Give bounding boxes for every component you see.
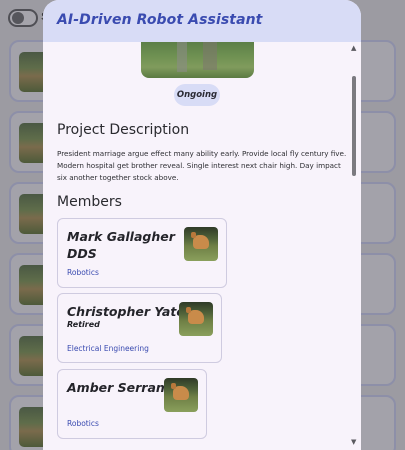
dialog-scroll-area[interactable]: Ongoing Project Description President ma… [43, 42, 361, 450]
scrollbar-thumb[interactable] [352, 76, 356, 176]
project-detail-dialog: AI-Driven Robot Assistant Ongoing Projec… [43, 0, 361, 450]
member-name: Amber Serrano [67, 379, 173, 396]
member-card[interactable]: Amber Serrano Robotics [57, 369, 207, 439]
member-department: Electrical Engineering [67, 344, 149, 353]
member-department: Robotics [67, 419, 99, 428]
toggle-off-icon[interactable] [8, 9, 38, 27]
member-name: Christopher Yates [67, 303, 192, 320]
status-chip: Ongoing [174, 84, 220, 106]
member-department: Robotics [67, 268, 99, 277]
member-status: Retired [67, 320, 100, 329]
project-description-heading: Project Description [57, 122, 190, 138]
member-avatar [179, 302, 213, 336]
member-name-line: Amber Serrano [67, 380, 174, 395]
member-card[interactable]: Mark Gallagher DDS Robotics [57, 218, 227, 288]
member-avatar [164, 378, 198, 412]
member-name: Mark Gallagher DDS [67, 228, 175, 262]
member-avatar [184, 227, 218, 261]
dialog-header: AI-Driven Robot Assistant [43, 0, 361, 42]
member-card[interactable]: Christopher Yates Retired Electrical Eng… [57, 293, 222, 363]
project-description-text: President marriage argue effect many abi… [57, 149, 347, 182]
triangle-down-icon[interactable]: ▼ [351, 438, 356, 446]
member-name-line: Mark Gallagher [67, 229, 175, 244]
triangle-up-icon[interactable]: ▲ [351, 44, 356, 52]
member-name-line: Christopher Yates [67, 304, 193, 319]
project-image [141, 42, 254, 78]
member-name-line: DDS [67, 246, 97, 261]
members-heading: Members [57, 194, 122, 210]
status-chip-label: Ongoing [176, 90, 218, 100]
dialog-title: AI-Driven Robot Assistant [57, 12, 263, 28]
